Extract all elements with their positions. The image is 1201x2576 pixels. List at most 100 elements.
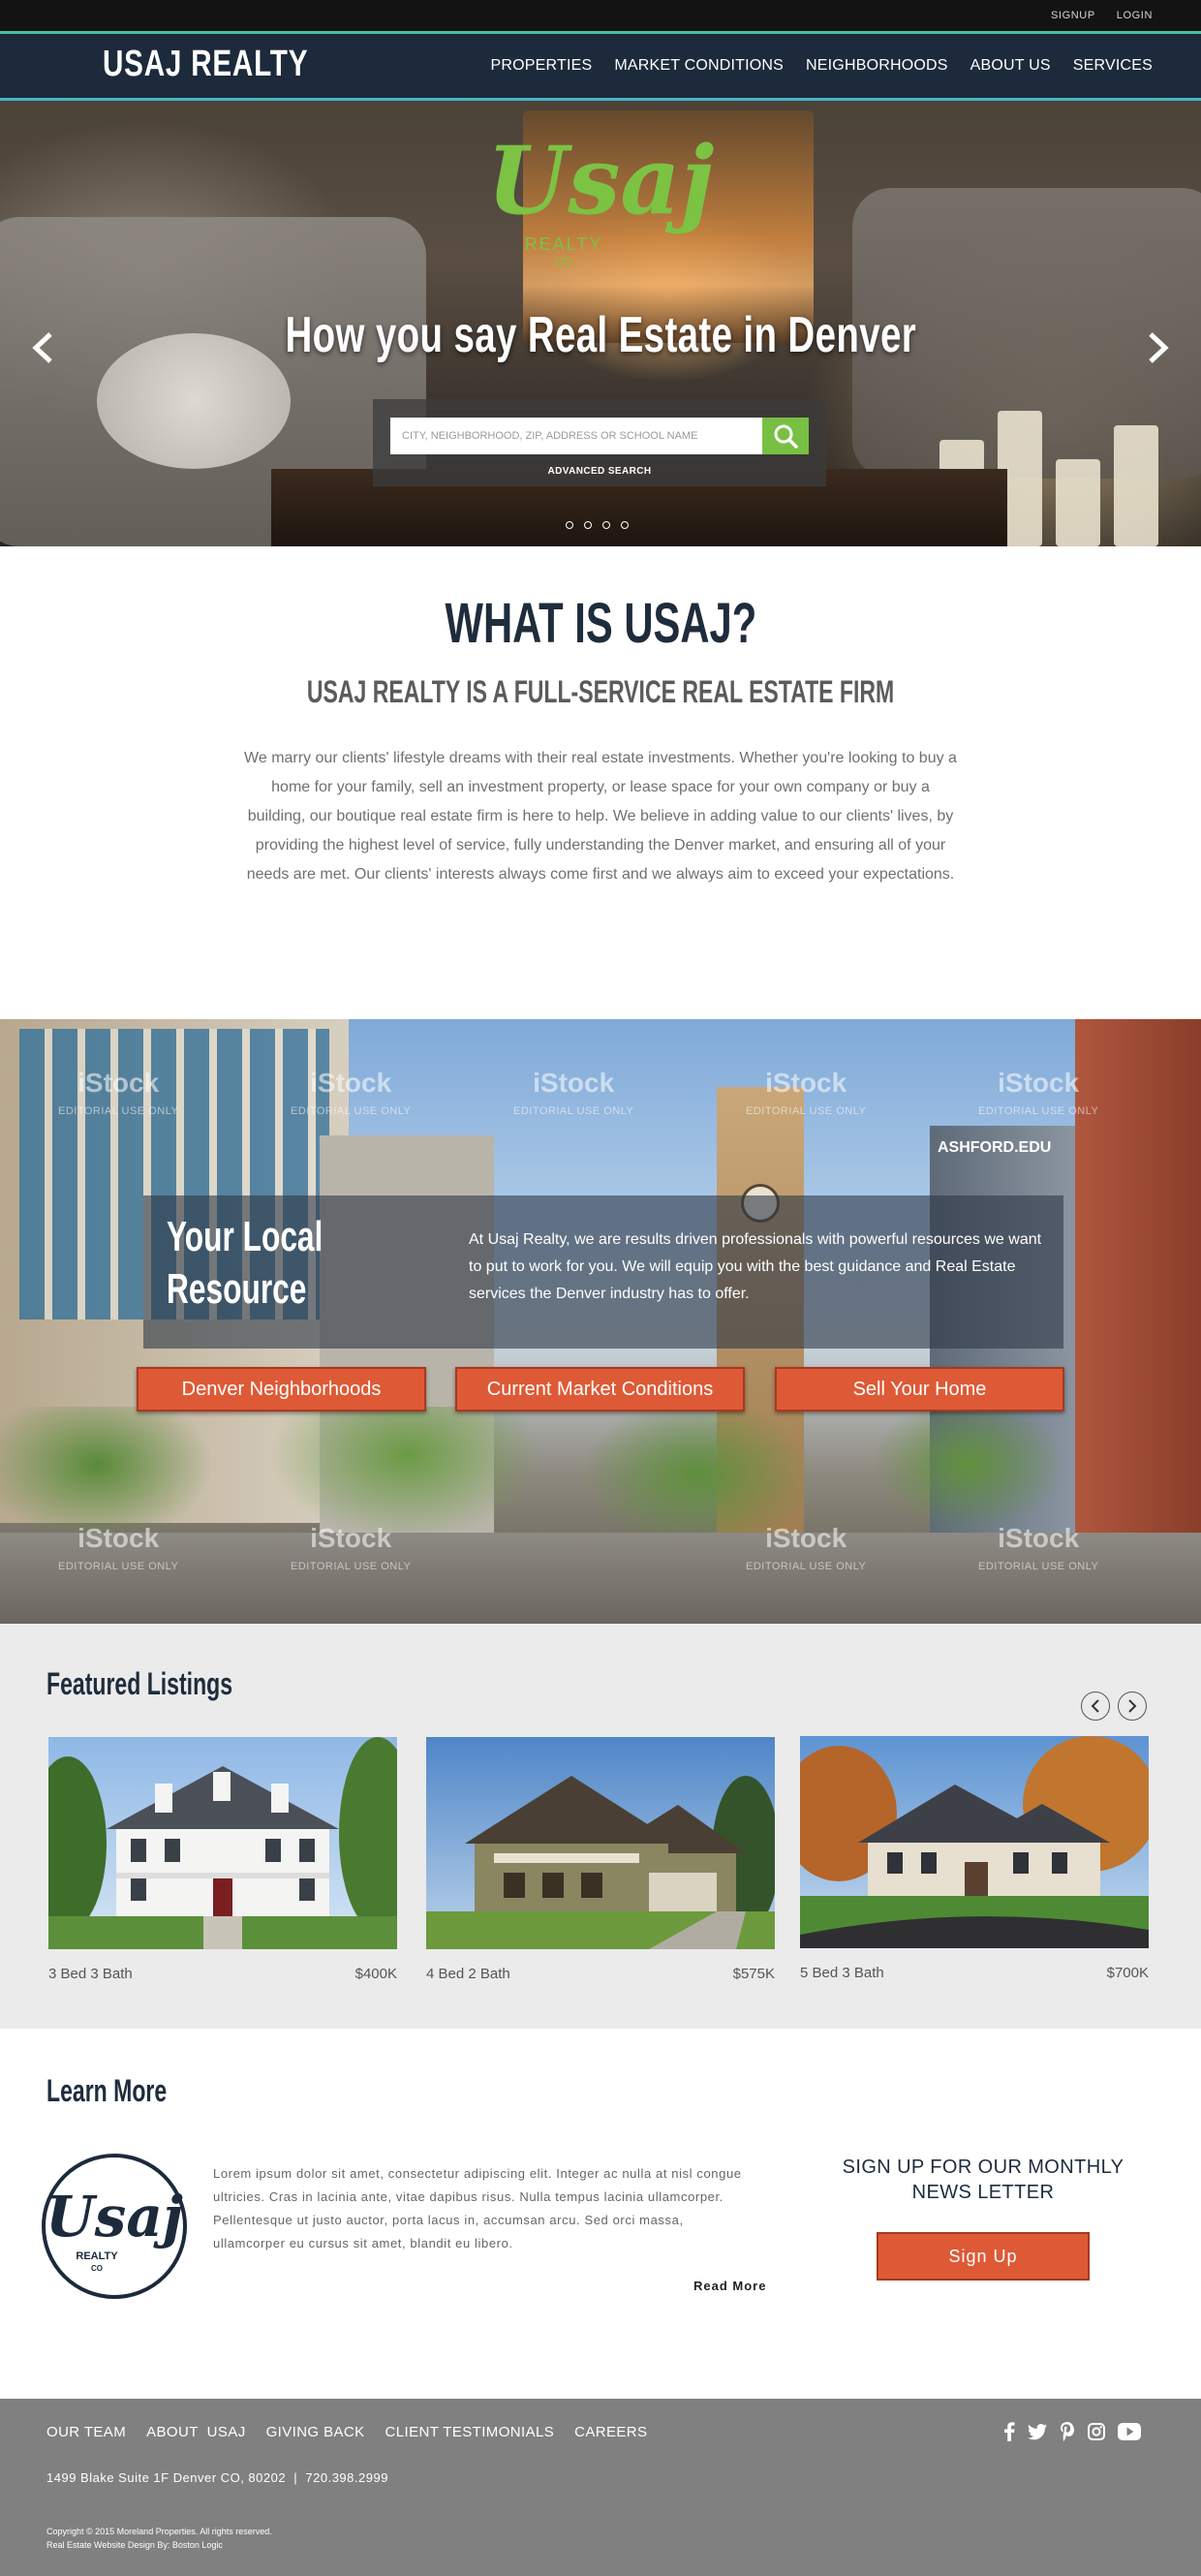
chevron-left-icon — [1091, 1699, 1099, 1713]
stock-watermark: iStock EDITORIAL USE ONLY — [978, 1523, 1099, 1572]
instagram-icon[interactable] — [1088, 2423, 1105, 2440]
search-input[interactable] — [390, 418, 762, 454]
login-link[interactable]: LOGIN — [1117, 10, 1153, 21]
listing-price: $700K — [1106, 1965, 1149, 1981]
signup-link[interactable]: SIGNUP — [1051, 10, 1095, 21]
listing-card[interactable]: 5 Bed 3 Bath $700K — [781, 1736, 1158, 1981]
footer-address: 1499 Blake Suite 1F Denver CO, 80202 | 7… — [46, 2470, 388, 2485]
svg-text:CO: CO — [91, 2264, 103, 2273]
site-header: USAJ REALTY PROPERTIES MARKET CONDITIONS… — [0, 31, 1201, 101]
listing-meta: 3 Bed 3 Bath $400K — [48, 1966, 397, 1982]
listing-price: $400K — [354, 1966, 397, 1982]
read-more-link[interactable]: Read More — [693, 2279, 766, 2293]
resource-title: Your Local Resource — [167, 1213, 323, 1313]
listing-beds-baths: 5 Bed 3 Bath — [800, 1965, 884, 1981]
resource-text: At Usaj Realty, we are results driven pr… — [469, 1231, 1042, 1302]
local-resource-section: ASHFORD.EDU iStock EDITORIAL USE ONLY iSt… — [0, 1019, 1201, 1624]
chevron-right-icon — [1128, 1699, 1137, 1713]
brand-logo-text[interactable]: USAJ REALTY — [103, 44, 308, 85]
utility-bar: SIGNUP LOGIN — [0, 0, 1201, 31]
stock-watermark: iStock EDITORIAL USE ONLY — [291, 1068, 412, 1117]
sell-your-home-button[interactable]: Sell Your Home — [775, 1367, 1064, 1412]
listing-card[interactable]: 3 Bed 3 Bath $400K — [29, 1737, 416, 1982]
svg-text:Usaj: Usaj — [487, 126, 715, 235]
slider-dots — [566, 521, 629, 529]
property-search: ADVANCED SEARCH — [373, 399, 826, 486]
newsletter-title: SIGN UP FOR OUR MONTHLY NEWS LETTER — [842, 2157, 1124, 2203]
slider-dot[interactable] — [621, 521, 629, 529]
listing-price: $575K — [732, 1966, 775, 1982]
listing-photo — [29, 1737, 416, 1949]
slider-dot[interactable] — [602, 521, 610, 529]
svg-text:REALTY: REALTY — [76, 2250, 118, 2262]
slider-prev-button[interactable] — [23, 328, 62, 367]
about-subtitle: USAJ REALTY IS A FULL-SERVICE REAL ESTAT… — [306, 674, 895, 709]
listing-meta: 5 Bed 3 Bath $700K — [800, 1965, 1149, 1981]
footer-link-careers[interactable]: CAREERS — [574, 2424, 647, 2440]
stock-watermark: iStock EDITORIAL USE ONLY — [746, 1523, 867, 1572]
svg-text:REALTY: REALTY — [525, 234, 603, 254]
stock-watermark: iStock EDITORIAL USE ONLY — [58, 1068, 179, 1117]
listing-meta: 4 Bed 2 Bath $575K — [426, 1966, 775, 1982]
chevron-left-icon — [32, 332, 52, 363]
listings-next-button[interactable] — [1118, 1691, 1147, 1721]
svg-text:Usaj: Usaj — [46, 2184, 183, 2250]
svg-text:CO: CO — [555, 255, 572, 268]
advanced-search-link[interactable]: ADVANCED SEARCH — [373, 466, 826, 477]
stock-watermark: iStock EDITORIAL USE ONLY — [978, 1068, 1099, 1117]
footer-links: OUR TEAM ABOUT USAJ GIVING BACK CLIENT T… — [46, 2424, 647, 2440]
youtube-icon[interactable] — [1118, 2423, 1141, 2440]
copyright-text: Copyright © 2015 Moreland Properties. Al… — [46, 2527, 272, 2536]
hero-title: How you say Real Estate in Denver — [285, 307, 916, 363]
stock-watermark: iStock EDITORIAL USE ONLY — [746, 1068, 867, 1117]
listing-photo — [426, 1737, 780, 1949]
footer-link-our-team[interactable]: OUR TEAM — [46, 2424, 126, 2440]
stock-watermark: iStock EDITORIAL USE ONLY — [291, 1523, 412, 1572]
about-title: WHAT IS USAJ? — [445, 592, 756, 655]
learn-more-title: Learn More — [46, 2073, 168, 2108]
listing-card[interactable]: 4 Bed 2 Bath $575K — [426, 1737, 780, 1982]
stock-watermark: iStock EDITORIAL USE ONLY — [513, 1068, 634, 1117]
stock-watermark: iStock EDITORIAL USE ONLY — [58, 1523, 179, 1572]
newsletter-signup-button[interactable]: Sign Up — [877, 2232, 1090, 2281]
denver-neighborhoods-button[interactable]: Denver Neighborhoods — [137, 1367, 426, 1412]
footer-link-testimonials[interactable]: CLIENT TESTIMONIALS — [385, 2424, 555, 2440]
listings-prev-button[interactable] — [1081, 1691, 1110, 1721]
footer-link-giving-back[interactable]: GIVING BACK — [266, 2424, 365, 2440]
slider-next-button[interactable] — [1139, 328, 1178, 367]
footer-link-about[interactable]: ABOUT USAJ — [146, 2424, 245, 2440]
listing-photo — [781, 1736, 1158, 1948]
chevron-right-icon — [1149, 332, 1169, 363]
listing-beds-baths: 4 Bed 2 Bath — [426, 1966, 510, 1982]
search-icon — [774, 424, 798, 449]
listing-beds-baths: 3 Bed 3 Bath — [48, 1966, 133, 1982]
featured-listings-section: Featured Listings 3 Bed 3 Bath $400K 4 B… — [0, 1624, 1201, 2029]
nav-services[interactable]: SERVICES — [1073, 57, 1153, 75]
hero-slider: Usaj REALTY CO How you say Real Estate i… — [0, 101, 1201, 546]
learn-more-text: Lorem ipsum dolor sit amet, consectetur … — [213, 2166, 742, 2250]
account-links: SIGNUP LOGIN — [1051, 0, 1153, 31]
building-sign: ASHFORD.EDU — [938, 1139, 1052, 1156]
twitter-icon[interactable] — [1028, 2423, 1047, 2440]
main-nav: PROPERTIES MARKET CONDITIONS NEIGHBORHOO… — [491, 34, 1154, 98]
nav-properties[interactable]: PROPERTIES — [491, 57, 593, 75]
search-button[interactable] — [762, 418, 809, 454]
about-section: WHAT IS USAJ? USAJ REALTY IS A FULL-SERV… — [0, 546, 1201, 1019]
slider-dot[interactable] — [566, 521, 573, 529]
featured-title: Featured Listings — [46, 1666, 233, 1701]
pinterest-icon[interactable] — [1060, 2422, 1075, 2441]
nav-market-conditions[interactable]: MARKET CONDITIONS — [614, 57, 784, 75]
usaj-hero-logo: Usaj REALTY CO — [487, 126, 715, 268]
learn-more-section: Learn More Usaj REALTY CO Lorem ipsum do… — [0, 2029, 1201, 2399]
social-links — [1003, 2422, 1141, 2441]
facebook-icon[interactable] — [1003, 2422, 1015, 2441]
nav-neighborhoods[interactable]: NEIGHBORHOODS — [806, 57, 948, 75]
nav-about-us[interactable]: ABOUT US — [970, 57, 1051, 75]
design-credit[interactable]: Real Estate Website Design By: Boston Lo… — [46, 2538, 272, 2552]
slider-dot[interactable] — [584, 521, 592, 529]
site-footer: OUR TEAM ABOUT USAJ GIVING BACK CLIENT T… — [0, 2399, 1201, 2576]
market-conditions-button[interactable]: Current Market Conditions — [455, 1367, 745, 1412]
usaj-circle-logo: Usaj REALTY CO — [42, 2154, 187, 2299]
background-trees — [0, 1407, 1201, 1533]
footer-copyright: Copyright © 2015 Moreland Properties. Al… — [46, 2525, 272, 2552]
